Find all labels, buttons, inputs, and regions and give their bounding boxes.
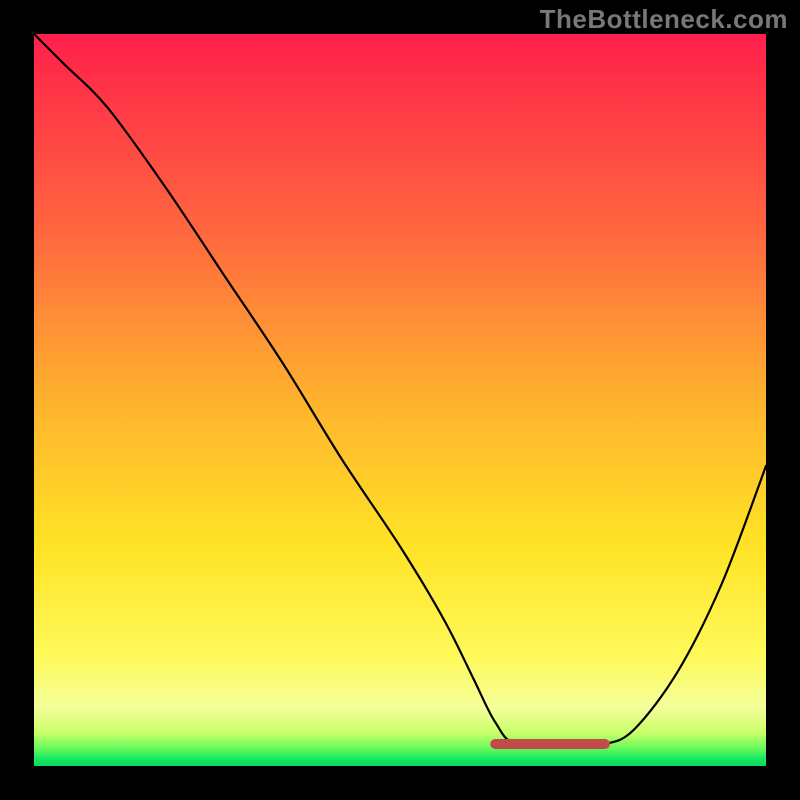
watermark-text: TheBottleneck.com [540, 4, 788, 35]
chart-frame: TheBottleneck.com [0, 0, 800, 800]
plot-area [34, 34, 766, 766]
bottleneck-curve [34, 34, 766, 746]
curve-layer [34, 34, 766, 766]
